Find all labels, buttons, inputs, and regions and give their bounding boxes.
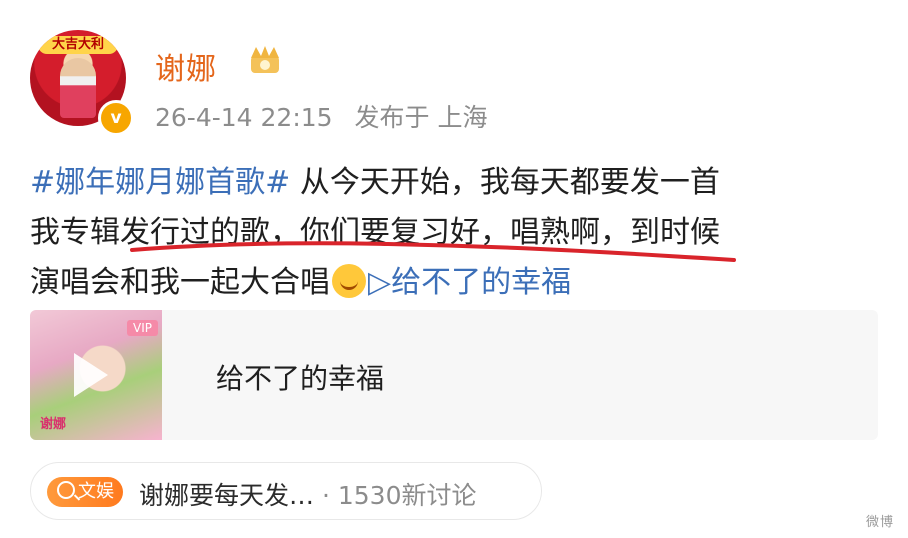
topic-pill-text: 谢娜要每天发… · 1530新讨论 <box>139 476 476 512</box>
topic-link[interactable]: #娜年娜月娜首歌# <box>30 165 290 200</box>
vip-badge: VIP <box>127 320 158 336</box>
avatar-banner: 大吉大利 <box>38 36 118 54</box>
post-meta: 26-4-14 22:15 发布于 上海 <box>155 98 501 134</box>
watermark: 微博 <box>865 515 894 530</box>
topic-badge: 文娱 <box>47 477 123 507</box>
post-line-1: 从今天开始，我每天都要发一首 <box>290 165 720 200</box>
author-name[interactable]: 谢娜 <box>155 44 217 88</box>
avatar-figure <box>60 58 96 118</box>
handdrawn-underline <box>130 241 736 262</box>
music-card-title: 给不了的幸福 <box>216 362 385 395</box>
crown-icon[interactable] <box>248 44 282 76</box>
album-cover: VIP 谢娜 <box>30 310 162 440</box>
music-card[interactable]: VIP 谢娜 给不了的幸福 <box>30 310 878 440</box>
cover-text: 谢娜 <box>40 417 67 432</box>
verified-badge-icon: v <box>98 100 134 136</box>
discussion-count: 1530新讨论 <box>337 481 477 510</box>
post-location: 发布于 上海 <box>354 103 488 132</box>
post-body: #娜年娜月娜首歌# 从今天开始，我每天都要发一首 我专辑发行过的歌，你们要复习好… <box>30 158 890 308</box>
post-date: 26-4-14 22:15 <box>155 103 333 132</box>
topic-pill[interactable]: 文娱 谢娜要每天发… · 1530新讨论 <box>30 462 542 520</box>
play-icon[interactable] <box>74 353 108 397</box>
topic-pill-title: 谢娜要每天发… <box>139 481 315 510</box>
search-icon <box>57 481 75 499</box>
topic-badge-label: 文娱 <box>78 481 114 502</box>
topic-separator: · <box>314 481 338 510</box>
